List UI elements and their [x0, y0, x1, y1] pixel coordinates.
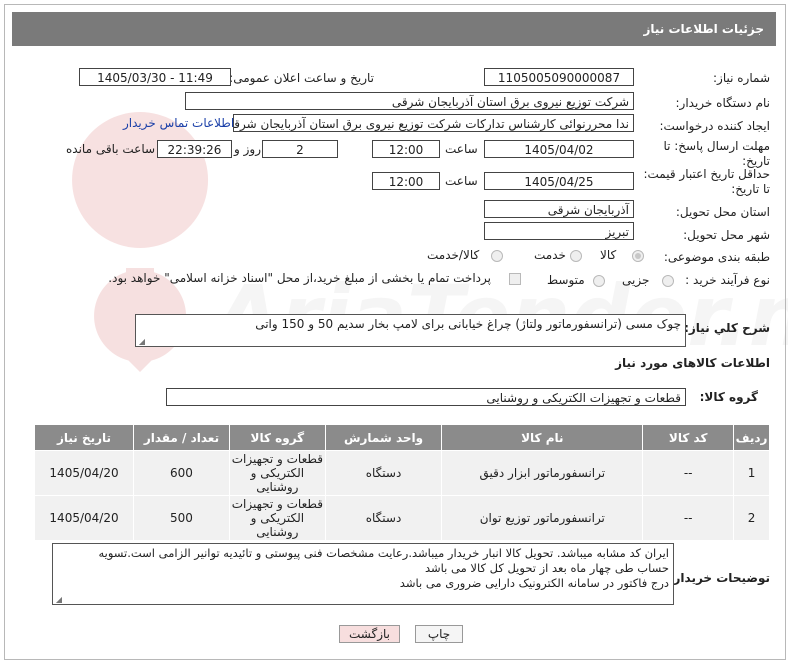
cell-date: 1405/04/20	[33, 495, 135, 541]
price-time-label: ساعت	[445, 174, 478, 188]
cell-unit: دستگاه	[324, 450, 443, 496]
price-validity-date: 1405/04/25	[484, 172, 634, 190]
purchase-option-medium: متوسط	[547, 273, 585, 287]
cell-name: ترانسفورماتور ابزار دقیق	[441, 450, 644, 496]
buyer-org-field: شرکت توزیع نیروی برق استان آذربایجان شرق…	[185, 92, 634, 110]
cell-row: 1	[733, 450, 770, 496]
print-button[interactable]: چاپ	[415, 625, 463, 643]
cell-name: ترانسفورماتور توزیع توان	[441, 495, 644, 541]
buyer-notes-textarea[interactable]: ایران کد مشابه میباشد. تحویل کالا انبار …	[52, 543, 674, 605]
table-row: 1 -- ترانسفورماتور ابزار دقیق دستگاه قطع…	[33, 450, 770, 496]
announce-datetime-field: 1405/03/30 - 11:49	[79, 68, 231, 86]
purchase-type-label: نوع فرآیند خرید :	[685, 273, 770, 287]
buyer-notes-line-1: ایران کد مشابه میباشد. تحویل کالا انبار …	[98, 546, 669, 560]
col-qty: تعداد / مقدار	[133, 424, 230, 451]
reply-deadline-label-2: تاریخ:	[742, 154, 770, 168]
category-radio-service[interactable]	[570, 250, 582, 262]
reply-deadline-date: 1405/04/02	[484, 140, 634, 158]
reply-deadline-time: 12:00	[372, 140, 440, 158]
category-label: طبقه بندی موضوعی:	[663, 250, 770, 264]
col-row: ردیف	[733, 424, 770, 451]
goods-group-field: قطعات و تجهیزات الکتریکی و روشنایی	[166, 388, 686, 406]
cell-qty: 600	[133, 450, 230, 496]
treasury-payment-checkbox[interactable]	[509, 273, 521, 285]
delivery-province-label: استان محل تحویل:	[675, 205, 770, 219]
category-radio-goods[interactable]	[632, 250, 644, 262]
description-textarea[interactable]: چوک مسی (ترانسفورماتور ولتاژ) چراغ خیابا…	[135, 314, 686, 347]
page-header: جزئیات اطلاعات نیاز	[12, 12, 776, 46]
delivery-province-field: آذربایجان شرقی	[484, 200, 634, 218]
buyer-notes-line-2: حساب طی چهار ماه بعد از تحویل کل کالا می…	[425, 561, 669, 575]
description-label: شرح کلي نياز:	[684, 321, 770, 335]
category-option-service: خدمت	[534, 248, 566, 262]
need-number-label: شماره نیاز:	[713, 71, 770, 85]
reply-days-label: روز و	[234, 142, 261, 156]
treasury-payment-note: پرداخت تمام یا بخشی از مبلغ خرید،از محل …	[108, 271, 491, 285]
buyer-notes-line-3: درج فاکتور در سامانه الکترونیک دارایی ضر…	[399, 576, 669, 590]
cell-code: --	[642, 450, 735, 496]
reply-days-field: 2	[262, 140, 338, 158]
col-unit: واحد شمارش	[324, 424, 443, 451]
goods-group-label: گروه کالا:	[699, 390, 758, 404]
reply-time-label: ساعت	[445, 142, 478, 156]
price-validity-time: 12:00	[372, 172, 440, 190]
buyer-contact-link[interactable]: اطلاعات تماس خریدار	[123, 116, 234, 130]
purchase-radio-minor[interactable]	[662, 275, 674, 287]
creator-field: ندا محررنوائی کارشناس تدارکات شرکت توزیع…	[233, 114, 634, 132]
buyer-notes-label: توضیحات خریدار:	[668, 571, 770, 585]
resize-grip-icon[interactable]: ◢	[55, 596, 62, 604]
reply-deadline-label: مهلت ارسال پاسخ: تا	[663, 139, 770, 153]
goods-table: ردیف کد کالا نام کالا واحد شمارش گروه کا…	[33, 424, 770, 541]
goods-section-title: اطلاعات کالاهای مورد نیاز	[615, 356, 770, 370]
cell-date: 1405/04/20	[33, 450, 135, 496]
cell-qty: 500	[133, 495, 230, 541]
back-button[interactable]: بازگشت	[339, 625, 400, 643]
col-group: گروه کالا	[228, 424, 326, 451]
buyer-org-label: نام دستگاه خریدار:	[675, 96, 771, 110]
remaining-time-field: 22:39:26	[157, 140, 232, 158]
cell-row: 2	[733, 495, 770, 541]
cell-unit: دستگاه	[324, 495, 443, 541]
purchase-option-minor: جزیی	[622, 273, 650, 287]
creator-label: ایجاد کننده درخواست:	[659, 119, 770, 133]
description-text: چوک مسی (ترانسفورماتور ولتاژ) چراغ خیابا…	[255, 317, 681, 331]
announce-datetime-label: تاریخ و ساعت اعلان عمومی:	[229, 71, 374, 85]
cell-group: قطعات و تجهیزات الکتریکی و روشنایی	[228, 450, 326, 496]
page-title: جزئیات اطلاعات نیاز	[643, 22, 764, 36]
col-name: نام کالا	[441, 424, 644, 451]
cell-code: --	[642, 495, 735, 541]
goods-table-header: ردیف کد کالا نام کالا واحد شمارش گروه کا…	[33, 424, 770, 451]
category-option-goods-service: کالا/خدمت	[427, 248, 480, 262]
col-date: تاریخ نیاز	[33, 424, 135, 451]
price-validity-label-2: تا تاریخ:	[731, 182, 770, 196]
table-row: 2 -- ترانسفورماتور توزیع توان دستگاه قطع…	[33, 495, 770, 541]
price-validity-label: حداقل تاریخ اعتبار قیمت:	[643, 167, 770, 181]
delivery-city-field: تبریز	[484, 222, 634, 240]
col-code: کد کالا	[642, 424, 735, 451]
resize-grip-icon[interactable]: ◢	[138, 338, 145, 346]
delivery-city-label: شهر محل تحویل:	[683, 228, 770, 242]
category-option-goods: کالا	[600, 248, 617, 262]
category-radio-goods-service[interactable]	[491, 250, 503, 262]
purchase-radio-medium[interactable]	[593, 275, 605, 287]
remaining-time-label: ساعت باقی مانده	[66, 142, 156, 156]
cell-group: قطعات و تجهیزات الکتریکی و روشنایی	[228, 495, 326, 541]
need-number-field: 1105005090000087	[484, 68, 634, 86]
